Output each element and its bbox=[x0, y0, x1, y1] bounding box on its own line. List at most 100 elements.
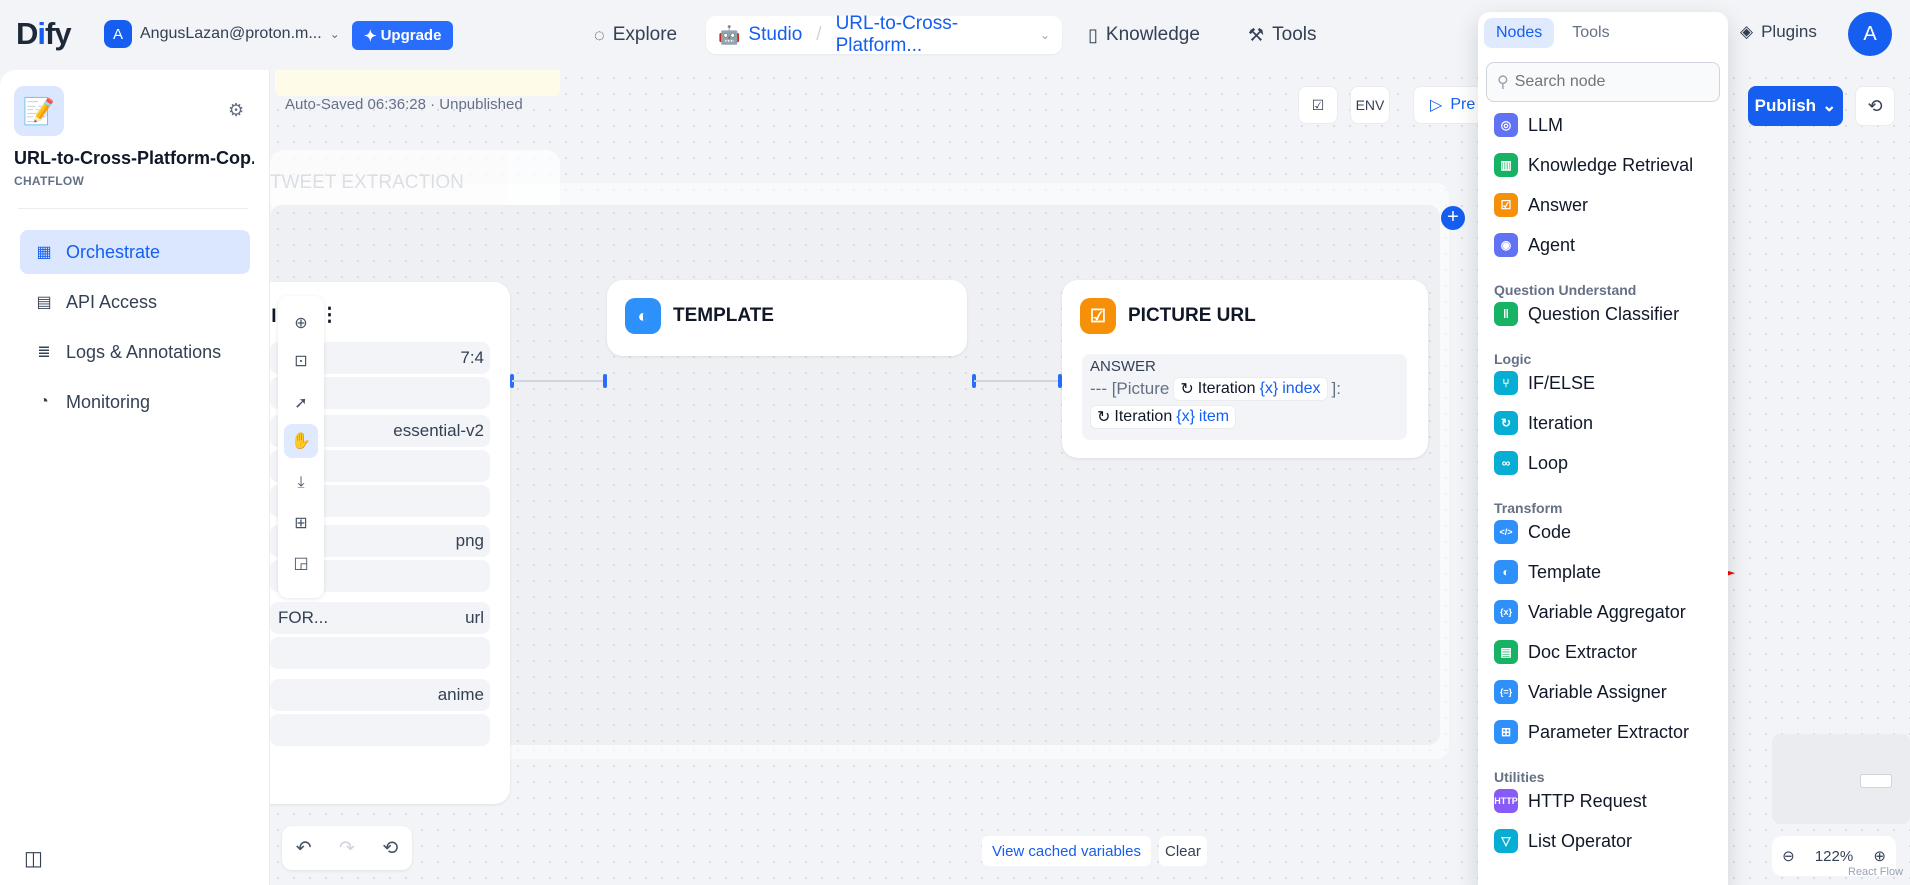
node-item-llm[interactable]: ◎ LLM bbox=[1494, 110, 1563, 140]
node-type-icon: </> bbox=[1494, 520, 1518, 544]
search-input[interactable] bbox=[1514, 73, 1695, 91]
hand-icon[interactable]: ✋ bbox=[284, 424, 318, 458]
undo-redo-bar: ↶ ↷ ⟲ bbox=[282, 826, 412, 870]
cube-icon: ◈ bbox=[1740, 22, 1754, 41]
app-icon: 📝 bbox=[14, 86, 64, 136]
layout-icon: ▦ bbox=[36, 244, 52, 261]
hammer-icon: ⚒ bbox=[1248, 24, 1265, 45]
terminal-icon: ▤ bbox=[36, 294, 52, 311]
sidebar-item-api-access[interactable]: ▤ API Access bbox=[20, 280, 250, 324]
add-node-button[interactable]: + bbox=[1441, 206, 1465, 230]
node-handle[interactable] bbox=[603, 374, 607, 388]
node-title: PICTURE URL bbox=[1128, 305, 1256, 326]
node-type-icon: ▥ bbox=[1494, 153, 1518, 177]
workspace-name: AngusLazan@proton.m... bbox=[140, 25, 322, 42]
answer-icon: ☑ bbox=[1080, 298, 1116, 334]
node-item-template[interactable]: ◐ Template bbox=[1494, 557, 1601, 587]
nav-studio[interactable]: 🤖 Studio / URL-to-Cross-Platform... ⌄ bbox=[706, 13, 1062, 57]
dashboard-icon: ◔ bbox=[39, 393, 49, 410]
search-node-field: ⚲ bbox=[1486, 62, 1720, 102]
workspace-selector[interactable]: A AngusLazan@proton.m... ⌄ bbox=[104, 20, 340, 48]
pointer-icon[interactable]: ➚ bbox=[284, 386, 318, 420]
redo-icon[interactable]: ↷ bbox=[339, 837, 355, 860]
node-category: Logic bbox=[1494, 351, 1532, 367]
node-type-icon: ∞ bbox=[1494, 451, 1518, 475]
node-type-icon: ⊞ bbox=[1494, 720, 1518, 744]
app-type: CHATFLOW bbox=[14, 174, 85, 188]
sidebar-item-orchestrate[interactable]: ▦ Orchestrate bbox=[20, 230, 250, 274]
nav-tools[interactable]: ⚒ Tools bbox=[1236, 16, 1329, 54]
add-node-icon[interactable]: ⊕ bbox=[284, 306, 318, 340]
divider bbox=[18, 208, 248, 209]
node-item-list-operator[interactable]: ▽ List Operator bbox=[1494, 826, 1632, 856]
app-settings-icon[interactable]: ⚙ bbox=[228, 100, 244, 121]
param-row bbox=[270, 714, 490, 746]
nav-plugins[interactable]: ◈ Plugins bbox=[1740, 22, 1817, 42]
param-row: FOR... url bbox=[270, 602, 490, 634]
file-list-icon: ≣ bbox=[37, 344, 51, 361]
add-note-icon[interactable]: ⊡ bbox=[284, 344, 318, 378]
version-history-icon[interactable]: ⟲ bbox=[1855, 86, 1895, 126]
node-item-doc-extractor[interactable]: ▤ Doc Extractor bbox=[1494, 637, 1637, 667]
minimap[interactable] bbox=[1772, 734, 1910, 824]
sidebar-item-logs[interactable]: ≣ Logs & Annotations bbox=[20, 330, 250, 374]
undo-icon[interactable]: ↶ bbox=[296, 837, 312, 860]
edge bbox=[512, 380, 604, 382]
organize-icon[interactable]: ⊞ bbox=[284, 506, 318, 540]
react-flow-attribution[interactable]: React Flow bbox=[1848, 866, 1903, 878]
upgrade-button[interactable]: ✦ Upgrade bbox=[352, 21, 454, 50]
zoom-level[interactable]: 122% bbox=[1815, 848, 1853, 865]
param-row bbox=[270, 637, 490, 669]
node-item-loop[interactable]: ∞ Loop bbox=[1494, 448, 1568, 478]
node-item-answer[interactable]: ☑ Answer bbox=[1494, 190, 1588, 220]
nav-knowledge[interactable]: ▯ Knowledge bbox=[1076, 16, 1212, 54]
dify-logo[interactable]: Dify bbox=[16, 16, 72, 52]
env-icon[interactable]: ENV bbox=[1350, 86, 1390, 124]
history-icon[interactable]: ⟲ bbox=[382, 837, 398, 860]
tab-tools[interactable]: Tools bbox=[1560, 18, 1621, 48]
publish-button[interactable]: Publish ⌄ bbox=[1748, 86, 1843, 126]
node-item-agent[interactable]: ◉ Agent bbox=[1494, 230, 1575, 260]
app-breadcrumb[interactable]: URL-to-Cross-Platform... bbox=[836, 13, 1032, 57]
node-title: II bbox=[270, 306, 277, 327]
node-type-icon: ↻ bbox=[1494, 411, 1518, 435]
node-item-knowledge-retrieval[interactable]: ▥ Knowledge Retrieval bbox=[1494, 150, 1693, 180]
loop-icon: ↻ bbox=[1180, 381, 1194, 398]
node-item-variable-assigner[interactable]: {=} Variable Assigner bbox=[1494, 677, 1667, 707]
node-item-parameter-extractor[interactable]: ⊞ Parameter Extractor bbox=[1494, 717, 1689, 747]
clear-button[interactable]: Clear bbox=[1159, 836, 1207, 866]
export-image-icon[interactable]: ⤓ bbox=[284, 466, 318, 500]
minimap-icon[interactable]: ◲ bbox=[284, 546, 318, 580]
node-item-if-else[interactable]: ⑂ IF/ELSE bbox=[1494, 368, 1595, 398]
workspace-avatar: A bbox=[104, 20, 132, 48]
chevron-down-icon: ⌄ bbox=[1039, 28, 1050, 42]
node-type-icon: {=} bbox=[1494, 680, 1518, 704]
app-sidebar: 📝 ⚙ URL-to-Cross-Platform-Cop... CHATFLO… bbox=[0, 70, 270, 885]
autosave-status: Auto-Saved 06:36:28 · Unpublished bbox=[285, 96, 523, 113]
zoom-in-icon[interactable]: ⊕ bbox=[1873, 847, 1886, 865]
checklist-icon[interactable]: ☑ bbox=[1298, 86, 1338, 124]
user-avatar[interactable]: A bbox=[1848, 12, 1892, 56]
node-item-iteration[interactable]: ↻ Iteration bbox=[1494, 408, 1593, 438]
template-node[interactable]: ◐ TEMPLATE bbox=[607, 280, 967, 356]
panel-tabs: Nodes Tools bbox=[1478, 12, 1728, 52]
node-type-icon: ◎ bbox=[1494, 113, 1518, 137]
view-cached-variables-button[interactable]: View cached variables bbox=[982, 836, 1151, 866]
variable-chip: ↻ Iteration {x} item bbox=[1090, 405, 1237, 429]
zoom-out-icon[interactable]: ⊖ bbox=[1782, 847, 1795, 865]
node-category: Utilities bbox=[1494, 769, 1545, 785]
answer-node[interactable]: ☑ PICTURE URL ANSWER --- [Picture ↻ Iterat… bbox=[1062, 280, 1428, 458]
tab-nodes[interactable]: Nodes bbox=[1484, 18, 1555, 48]
node-item-code[interactable]: </> Code bbox=[1494, 517, 1571, 547]
add-node-panel: Nodes Tools ⚲ ◎LLM ▥Knowledge Retrieval ☑A… bbox=[1478, 12, 1728, 885]
node-type-icon: ⑂ bbox=[1494, 371, 1518, 395]
sidebar-item-monitoring[interactable]: ◔ Monitoring bbox=[20, 380, 250, 424]
node-item-variable-aggregator[interactable]: {x} Variable Aggregator bbox=[1494, 597, 1686, 627]
template-icon: ◐ bbox=[625, 298, 661, 334]
node-item-question-classifier[interactable]: ‖ Question Classifier bbox=[1494, 299, 1679, 329]
nav-explore[interactable]: ◌ Explore bbox=[582, 16, 689, 54]
sidebar-collapse-icon[interactable]: ◫ bbox=[24, 846, 43, 871]
node-title: TEMPLATE bbox=[673, 305, 774, 326]
node-item-http-request[interactable]: HTTP HTTP Request bbox=[1494, 786, 1647, 816]
node-type-icon: ◐ bbox=[1494, 560, 1518, 584]
